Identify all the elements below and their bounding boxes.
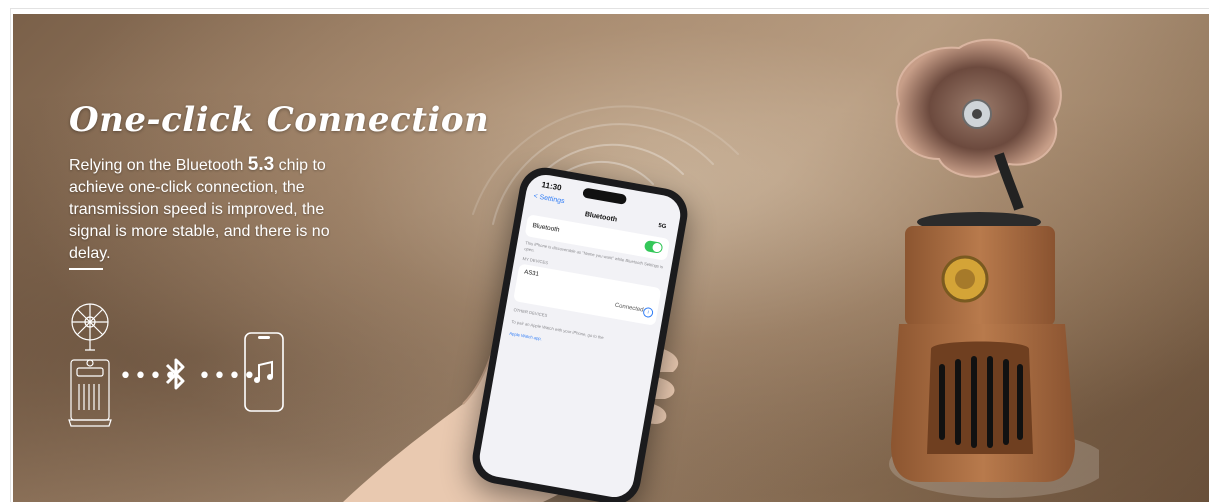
other-devices-header: OTHER DEVICES bbox=[513, 307, 548, 318]
bluetooth-version: 5.3 bbox=[247, 154, 275, 175]
gramophone-line-icon bbox=[68, 303, 112, 427]
description: Relying on the Bluetooth 5.3 chip to ach… bbox=[69, 154, 369, 265]
product-banner: One-click Connection Relying on the Blue… bbox=[13, 14, 1209, 502]
gramophone-speaker-image bbox=[889, 38, 1099, 498]
device-row[interactable]: AS31 Connected i bbox=[513, 263, 662, 326]
apple-watch-link[interactable]: Apple Watch app. bbox=[509, 331, 542, 342]
device-name: AS31 bbox=[523, 269, 540, 278]
divider bbox=[69, 268, 103, 270]
bluetooth-toggle-label: Bluetooth bbox=[531, 222, 561, 234]
frame-top-line bbox=[10, 8, 1209, 9]
music-note-phone-icon bbox=[244, 332, 284, 412]
bluetooth-toggle[interactable] bbox=[643, 239, 664, 254]
description-prefix: Relying on the Bluetooth bbox=[69, 157, 248, 174]
status-time: 11:30 bbox=[540, 180, 563, 193]
device-status: Connected bbox=[614, 302, 644, 314]
bluetooth-icon bbox=[165, 358, 185, 390]
info-icon[interactable]: i bbox=[642, 306, 654, 319]
frame-left-line bbox=[10, 8, 11, 502]
dynamic-island bbox=[582, 187, 628, 205]
